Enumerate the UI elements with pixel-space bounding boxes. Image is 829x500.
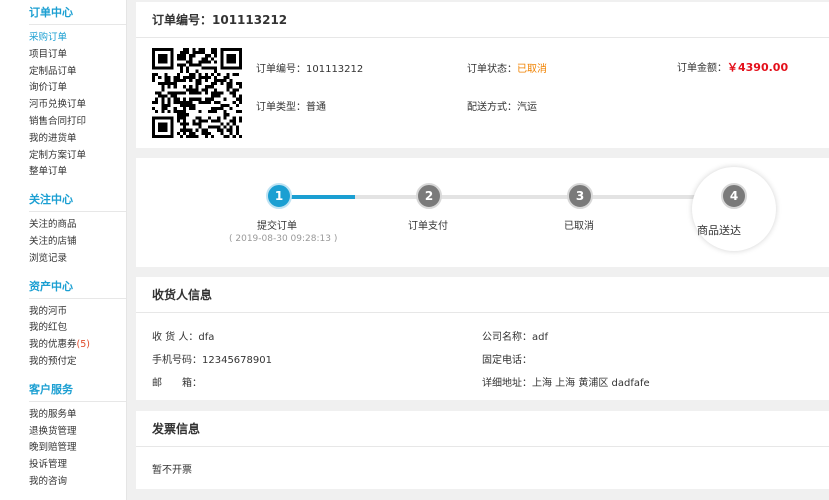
order-number-field: 订单编号：101113212 (256, 60, 363, 75)
sidebar-item-purchase-orders[interactable]: 采购订单 (29, 30, 126, 47)
receiver-company-label: 公司名称： (482, 332, 532, 343)
shipping-method-value: 汽运 (517, 102, 537, 113)
shipping-method-label: 配送方式： (467, 102, 517, 113)
sidebar-item-project-orders[interactable]: 项目订单 (29, 47, 126, 64)
order-header-title: 订单编号：101113212 (136, 2, 829, 38)
sidebar-item-my-inquiries[interactable]: 我的咨询 (29, 474, 126, 491)
receiver-name-field: 收 货 人：dfa (152, 328, 214, 343)
sidebar-item-late-compensation[interactable]: 晚到赔管理 (29, 440, 126, 457)
invoice-status-text: 暂不开票 (152, 465, 192, 476)
step-3-label: 已取消 (564, 221, 594, 232)
sidebar-item-returns[interactable]: 退换货管理 (29, 424, 126, 441)
receiver-address-value: 上海 上海 黄浦区 dadfafe (532, 378, 650, 389)
step-4-label: 商品送达 (697, 224, 741, 237)
order-qr-code (152, 48, 242, 138)
step-3-circle: 3 (567, 183, 593, 209)
sidebar-item-contract-print[interactable]: 销售合同打印 (29, 114, 126, 131)
receiver-address-field: 详细地址：上海 上海 黄浦区 dadfafe (482, 374, 650, 389)
sidebar-item-my-red-packets[interactable]: 我的红包 (29, 320, 126, 337)
sidebar-title-follow: 关注中心 (29, 187, 126, 213)
sidebar-item-my-coins[interactable]: 我的河币 (29, 304, 126, 321)
sidebar-item-custom-orders[interactable]: 定制品订单 (29, 64, 126, 81)
sidebar-item-service-orders[interactable]: 我的服务单 (29, 407, 126, 424)
sidebar-title-service: 客户服务 (29, 377, 126, 402)
receiver-name-label: 收 货 人： (152, 332, 199, 343)
sidebar-item-whole-orders[interactable]: 整单订单 (29, 164, 126, 181)
sidebar-title-assets: 资产中心 (29, 274, 126, 299)
coupon-count-badge: (5) (76, 339, 90, 351)
sidebar-item-my-coupons-label: 我的优惠券 (29, 339, 77, 351)
order-info-panel: 订单编号：101113212 订单编号：101113212 订单状态：已取消 订… (136, 2, 829, 148)
order-amount-field: 订单金额：￥4390.00 (677, 59, 788, 75)
order-amount-label: 订单金额： (677, 63, 727, 74)
order-status-value: 已取消 (517, 64, 547, 75)
current-step-halo (692, 167, 776, 251)
receiver-name-value: dfa (198, 332, 215, 343)
order-type-field: 订单类型：普通 (256, 98, 326, 113)
receiver-info-panel: 收货人信息 收 货 人：dfa 手机号码：12345678901 邮 箱： 公司… (136, 277, 829, 400)
order-number-label: 订单编号： (256, 64, 306, 75)
sidebar-item-followed-products[interactable]: 关注的商品 (29, 217, 126, 234)
sidebar-item-my-stock[interactable]: 我的进货单 (29, 131, 126, 148)
order-type-label: 订单类型： (256, 102, 306, 113)
receiver-phone-label: 手机号码： (152, 355, 202, 366)
receiver-address-label: 详细地址： (482, 378, 532, 389)
order-status-field: 订单状态：已取消 (467, 60, 547, 75)
receiver-phone-value: 12345678901 (202, 355, 272, 366)
progress-track-pending (355, 195, 735, 199)
receiver-tel-field: 固定电话： (482, 351, 532, 366)
invoice-info-panel: 发票信息 暂不开票 (136, 411, 829, 489)
sidebar-section-order: 订单中心 采购订单 项目订单 定制品订单 询价订单 河币兑换订单 销售合同打印 … (29, 0, 126, 181)
receiver-email-label: 邮 箱： (152, 378, 202, 389)
step-1-time: ( 2019-08-30 09:28:13 ) (229, 234, 338, 244)
step-2-label: 订单支付 (408, 221, 448, 232)
sidebar-item-custom-plan-orders[interactable]: 定制方案订单 (29, 148, 126, 165)
sidebar-section-assets: 资产中心 我的河币 我的红包 我的优惠券(5) 我的预付定 (29, 274, 126, 371)
receiver-email-field: 邮 箱： (152, 374, 202, 389)
shipping-method-field: 配送方式：汽运 (467, 98, 537, 113)
sidebar-item-browse-history[interactable]: 浏览记录 (29, 251, 126, 268)
step-4-circle: 4 (721, 183, 747, 209)
receiver-company-field: 公司名称：adf (482, 328, 548, 343)
step-1-label: 提交订单 (257, 221, 297, 232)
sidebar-item-coin-exchange-orders[interactable]: 河币兑换订单 (29, 97, 126, 114)
sidebar-item-my-prepaid[interactable]: 我的预付定 (29, 354, 126, 371)
receiver-phone-field: 手机号码：12345678901 (152, 351, 272, 366)
sidebar-item-complaints[interactable]: 投诉管理 (29, 457, 126, 474)
invoice-title: 发票信息 (136, 411, 829, 447)
step-2-circle: 2 (416, 183, 442, 209)
receiver-tel-label: 固定电话： (482, 355, 532, 366)
sidebar-item-followed-shops[interactable]: 关注的店铺 (29, 234, 126, 251)
order-type-value: 普通 (306, 102, 326, 113)
sidebar-item-my-coupons[interactable]: 我的优惠券(5) (29, 337, 126, 354)
step-1-circle: 1 (266, 183, 292, 209)
order-amount-value: ￥4390.00 (727, 61, 789, 74)
receiver-company-value: adf (532, 332, 548, 343)
receiver-title: 收货人信息 (136, 277, 829, 313)
order-progress-panel: 1 2 3 4 提交订单 ( 2019-08-30 09:28:13 ) 订单支… (136, 158, 829, 267)
sidebar-section-service: 客户服务 我的服务单 退换货管理 晚到赔管理 投诉管理 我的咨询 (29, 377, 126, 491)
sidebar-title-order: 订单中心 (29, 0, 126, 25)
sidebar-item-inquiry-orders[interactable]: 询价订单 (29, 80, 126, 97)
order-status-label: 订单状态： (467, 64, 517, 75)
order-number-value: 101113212 (306, 64, 364, 75)
sidebar: 订单中心 采购订单 项目订单 定制品订单 询价订单 河币兑换订单 销售合同打印 … (0, 0, 127, 500)
sidebar-section-follow: 关注中心 关注的商品 关注的店铺 浏览记录 (29, 187, 126, 267)
